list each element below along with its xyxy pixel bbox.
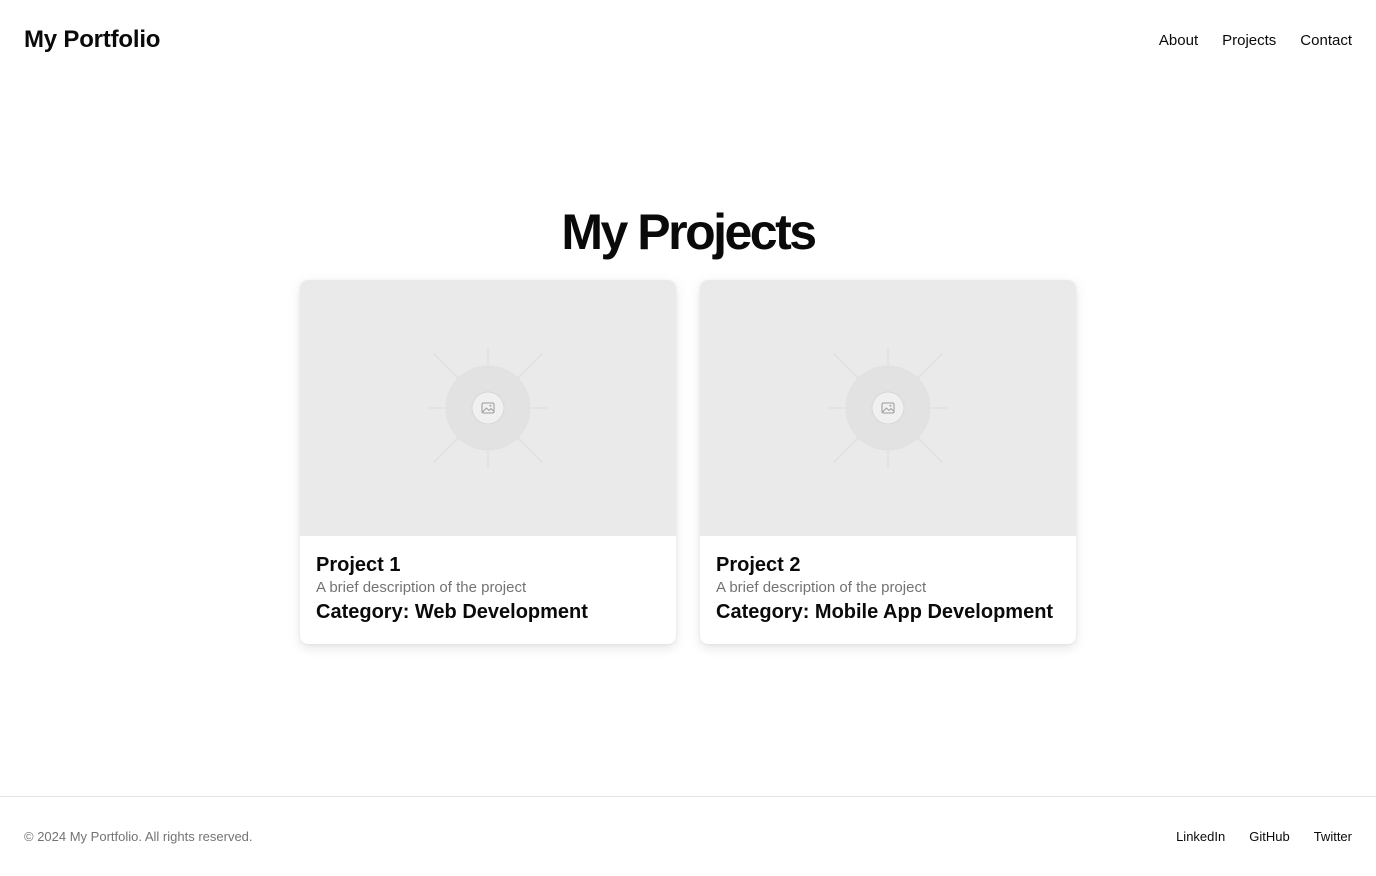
project-title: Project 2 — [716, 554, 801, 576]
page-title: My Projects — [561, 204, 817, 260]
project-title: Project 1 — [316, 554, 401, 576]
page: My Portfolio About Projects Contact My P… — [0, 0, 1376, 876]
nav-link-contact[interactable]: Contact — [1300, 32, 1352, 49]
project-card[interactable]: Project 1 A brief description of the pro… — [300, 280, 676, 644]
brand-logo-text[interactable]: My Portfolio — [24, 26, 160, 54]
project-card-body: Project 2 A brief description of the pro… — [700, 536, 1076, 626]
footer-link-github[interactable]: GitHub — [1249, 829, 1289, 844]
nav-link-about[interactable]: About — [1159, 32, 1198, 49]
project-card-body: Project 1 A brief description of the pro… — [300, 536, 676, 626]
main-nav: About Projects Contact — [1159, 32, 1352, 49]
site-footer: © 2024 My Portfolio. All rights reserved… — [0, 796, 1376, 876]
footer-link-twitter[interactable]: Twitter — [1314, 829, 1352, 844]
project-category: Category: Mobile App Development — [716, 601, 1054, 623]
project-card[interactable]: Project 2 A brief description of the pro… — [700, 280, 1076, 644]
image-placeholder-icon — [828, 348, 948, 468]
project-grid: Project 1 A brief description of the pro… — [300, 280, 1076, 644]
project-category: Category: Web Development — [316, 601, 588, 623]
project-description: A brief description of the project — [316, 579, 527, 596]
copyright-text: © 2024 My Portfolio. All rights reserved… — [24, 829, 253, 844]
footer-link-linkedin[interactable]: LinkedIn — [1176, 829, 1225, 844]
project-image-placeholder — [300, 280, 676, 536]
site-header: My Portfolio About Projects Contact — [0, 0, 1376, 80]
image-placeholder-icon — [428, 348, 548, 468]
footer-links: LinkedIn GitHub Twitter — [1176, 829, 1352, 844]
nav-link-projects[interactable]: Projects — [1222, 32, 1276, 49]
project-image-placeholder — [700, 280, 1076, 536]
project-description: A brief description of the project — [716, 579, 927, 596]
